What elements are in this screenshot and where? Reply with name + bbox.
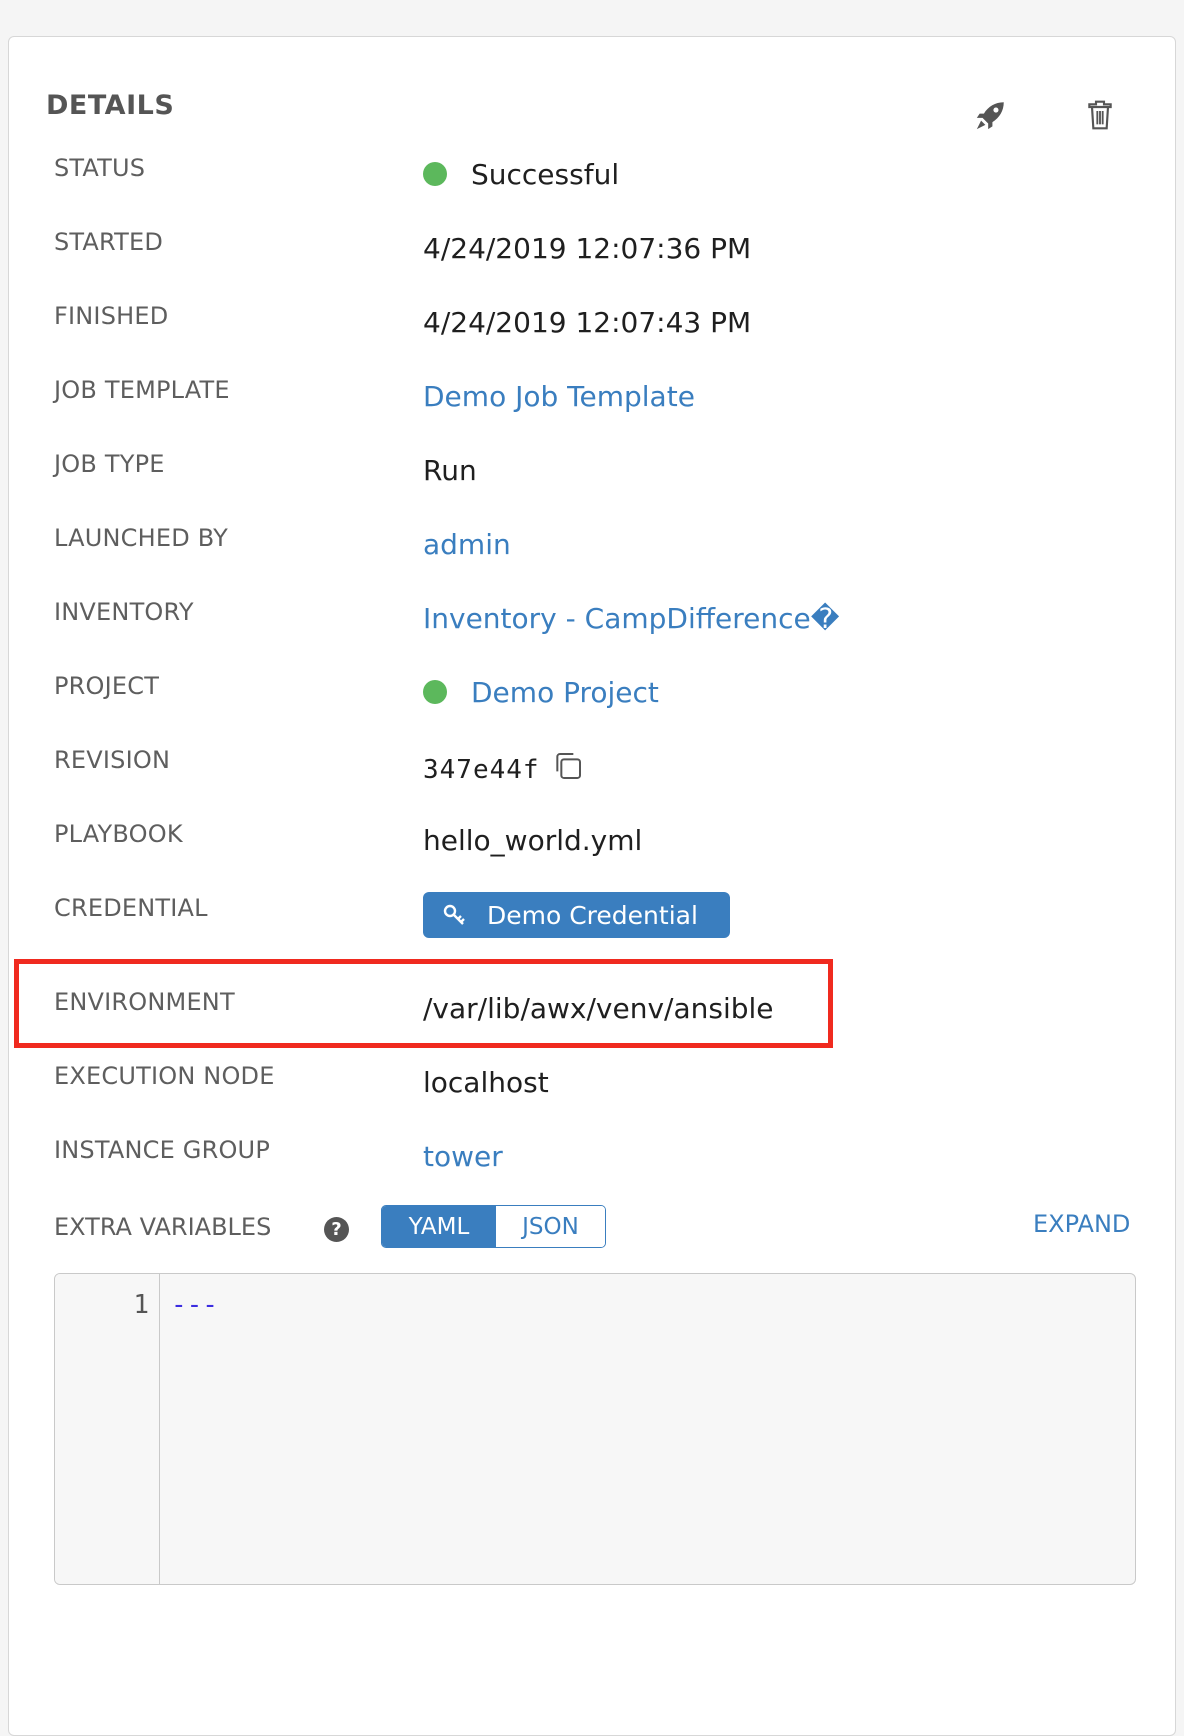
status-success-icon — [423, 162, 447, 186]
json-toggle-button[interactable]: JSON — [496, 1206, 605, 1247]
environment-row: ENVIRONMENT /var/lib/awx/venv/ansible — [54, 988, 1134, 1028]
status-value: Successful — [423, 158, 619, 191]
extra-variables-label: EXTRA VARIABLES — [54, 1213, 272, 1241]
finished-row: FINISHED 4/24/2019 12:07:43 PM — [54, 302, 1134, 342]
instance-group-label: INSTANCE GROUP — [54, 1136, 270, 1164]
launched-by-label: LAUNCHED BY — [54, 524, 228, 552]
credential-name: Demo Credential — [487, 900, 698, 930]
revision-hash: 347e44f — [423, 755, 540, 785]
launched-by-link[interactable]: admin — [423, 528, 511, 561]
status-text: Successful — [471, 158, 620, 191]
expand-link[interactable]: EXPAND — [1033, 1210, 1130, 1238]
project-label: PROJECT — [54, 672, 160, 700]
yaml-toggle-button[interactable]: YAML — [382, 1206, 496, 1247]
panel-title: DETAILS — [46, 90, 175, 121]
copy-icon[interactable] — [552, 750, 584, 789]
finished-value: 4/24/2019 12:07:43 PM — [423, 306, 752, 339]
project-link[interactable]: Demo Project — [471, 676, 659, 709]
launched-by-row: LAUNCHED BY admin — [54, 524, 1134, 564]
editor-gutter: 1 — [55, 1274, 160, 1584]
key-icon — [443, 904, 465, 925]
instance-group-link[interactable]: tower — [423, 1140, 503, 1173]
credential-row: CREDENTIAL Demo Credential — [54, 892, 1134, 938]
execution-node-value: localhost — [423, 1066, 549, 1099]
job-template-link[interactable]: Demo Job Template — [423, 380, 695, 413]
code-line[interactable]: --- — [171, 1290, 218, 1320]
credential-tag[interactable]: Demo Credential — [423, 892, 730, 938]
started-row: STARTED 4/24/2019 12:07:36 PM — [54, 228, 1134, 268]
job-template-label: JOB TEMPLATE — [54, 376, 230, 404]
question-circle-icon[interactable]: ? — [324, 1217, 349, 1242]
finished-label: FINISHED — [54, 302, 169, 330]
trash-icon[interactable] — [1081, 96, 1119, 134]
inventory-label: INVENTORY — [54, 598, 194, 626]
job-type-label: JOB TYPE — [54, 450, 165, 478]
project-row: PROJECT Demo Project — [54, 672, 1134, 712]
job-template-row: JOB TEMPLATE Demo Job Template — [54, 376, 1134, 416]
revision-value: 347e44f — [423, 750, 584, 789]
project-status-icon — [423, 680, 447, 704]
environment-label: ENVIRONMENT — [54, 988, 235, 1016]
status-row: STATUS Successful — [54, 154, 1134, 194]
inventory-link[interactable]: Inventory - CampDifference� — [423, 602, 839, 635]
extra-variables-editor[interactable]: 1 --- — [54, 1273, 1136, 1585]
playbook-value: hello_world.yml — [423, 824, 643, 857]
revision-label: REVISION — [54, 746, 171, 774]
revision-row: REVISION 347e44f — [54, 746, 1134, 786]
job-type-row: JOB TYPE Run — [54, 450, 1134, 490]
execution-node-row: EXECUTION NODE localhost — [54, 1062, 1134, 1102]
environment-value: /var/lib/awx/venv/ansible — [423, 992, 774, 1025]
instance-group-row: INSTANCE GROUP tower — [54, 1136, 1134, 1176]
line-number: 1 — [133, 1290, 149, 1320]
started-label: STARTED — [54, 228, 164, 256]
playbook-label: PLAYBOOK — [54, 820, 183, 848]
execution-node-label: EXECUTION NODE — [54, 1062, 275, 1090]
project-value: Demo Project — [423, 676, 659, 709]
format-toggle: YAML JSON — [381, 1205, 606, 1248]
credential-label: CREDENTIAL — [54, 894, 208, 922]
status-label: STATUS — [54, 154, 146, 182]
job-type-value: Run — [423, 454, 477, 487]
started-value: 4/24/2019 12:07:36 PM — [423, 232, 752, 265]
playbook-row: PLAYBOOK hello_world.yml — [54, 820, 1134, 860]
rocket-icon[interactable] — [972, 96, 1010, 134]
inventory-row: INVENTORY Inventory - CampDifference� — [54, 598, 1134, 638]
